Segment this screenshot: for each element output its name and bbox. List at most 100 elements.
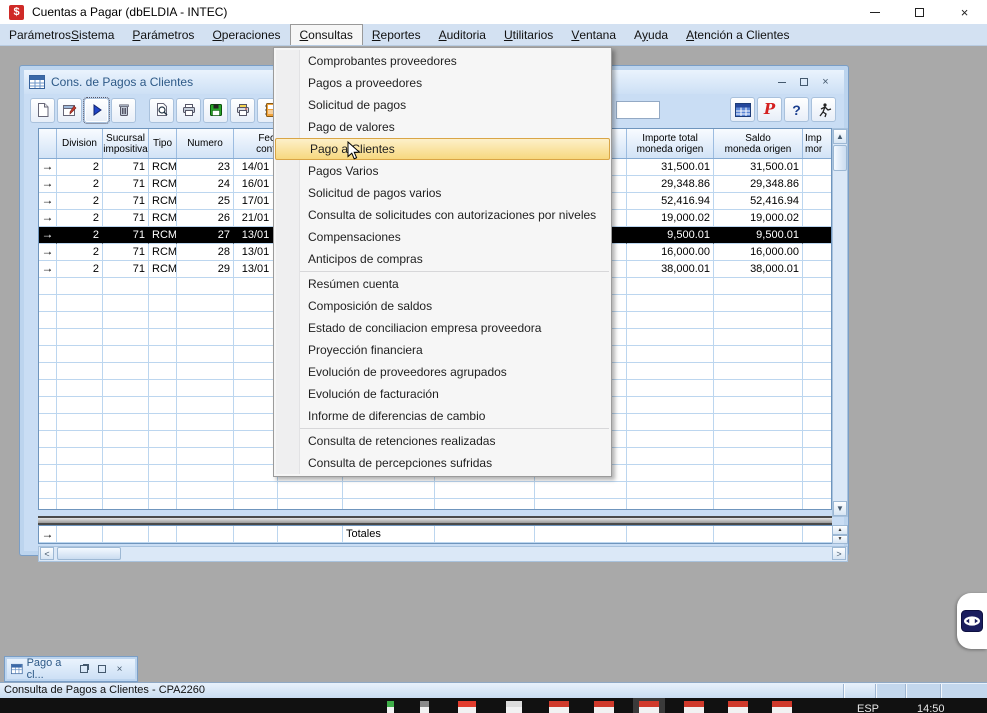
menu-item-consulta-de-percepciones-sufridas[interactable]: Consulta de percepciones sufridas [274, 452, 611, 474]
menu-item-consulta-de-retenciones-realizadas[interactable]: Consulta de retenciones realizadas [274, 430, 611, 452]
taskbar-app-icon[interactable] [549, 701, 569, 713]
taskbar-app-icon[interactable] [639, 701, 659, 713]
cell-importe [627, 278, 714, 295]
menu-parametros-sistema[interactable]: Parámetros Sistema [0, 24, 123, 45]
vertical-scrollbar[interactable]: ▲ ▼ [832, 128, 848, 517]
new-record-button[interactable] [30, 98, 55, 123]
menu-item-informe-de-diferencias-de-cambio[interactable]: Informe de diferencias de cambio [274, 405, 611, 427]
menu-consultas[interactable]: Consultas [290, 24, 363, 45]
menu-item-anticipos-de-compras[interactable]: Anticipos de compras [274, 248, 611, 270]
print-setup-button[interactable] [230, 98, 255, 123]
cell-sucursal [103, 380, 149, 397]
taskbar-clock[interactable]: 14:50 [917, 703, 945, 713]
grid-row-empty[interactable] [39, 499, 831, 509]
taskbar-app-icon[interactable] [594, 701, 614, 713]
menu-item-compensaciones[interactable]: Compensaciones [274, 226, 611, 248]
taskbar-app-icon[interactable] [458, 701, 476, 713]
windows-taskbar[interactable]: ESP 14:50 [0, 698, 987, 713]
column-header-sucursal[interactable]: Sucursal impositiva [103, 129, 149, 158]
menu-item-proyeccion-financiera[interactable]: Proyección financiera [274, 339, 611, 361]
scroll-left-button[interactable]: < [40, 547, 54, 560]
taskbar-app-icon[interactable] [728, 701, 748, 713]
taskbar-app-icon[interactable] [420, 701, 429, 713]
menu-item-evolucion-de-proveedores-agrupados[interactable]: Evolución de proveedores agrupados [274, 361, 611, 383]
edit-record-button[interactable] [57, 98, 82, 123]
save-button[interactable] [203, 98, 228, 123]
spinner-down-button[interactable]: ▼ [832, 535, 848, 545]
menu-operaciones[interactable]: Operaciones [203, 24, 289, 45]
taskbar-app-icon[interactable] [387, 701, 394, 713]
grid-row-empty[interactable] [39, 482, 831, 499]
cell-sucursal: 71 [103, 176, 149, 193]
child-close-button[interactable]: × [816, 75, 835, 90]
report-button[interactable]: P [757, 97, 782, 122]
grid-splitter[interactable] [38, 516, 832, 525]
cell-tipo [149, 465, 177, 482]
taskbar-app-icon[interactable] [684, 701, 704, 713]
row-marker: → [39, 193, 57, 210]
min-close-button[interactable]: × [112, 662, 127, 676]
menu-item-pagos-varios[interactable]: Pagos Varios [274, 160, 611, 182]
menu-item-consulta-de-solicitudes-con-autorizaciones-por-niveles[interactable]: Consulta de solicitudes con autorizacion… [274, 204, 611, 226]
menu-item-estado-de-conciliacion-empresa-proveedora[interactable]: Estado de conciliacion empresa proveedor… [274, 317, 611, 339]
menu-atencion-a-clientes[interactable]: Atención a Clientes [677, 24, 798, 45]
menu-item-solicitud-de-pagos[interactable]: Solicitud de pagos [274, 94, 611, 116]
menu-auditoria[interactable]: Auditoria [430, 24, 495, 45]
preview-button[interactable] [149, 98, 174, 123]
menu-reportes[interactable]: Reportes [363, 24, 430, 45]
cell-saldo [714, 397, 803, 414]
minimize-button[interactable] [852, 0, 897, 24]
column-header-fecha[interactable]: Fec cont [234, 129, 278, 158]
toolbar-filter-input[interactable] [616, 101, 660, 119]
grid-view-button[interactable] [730, 97, 755, 122]
horizontal-scrollbar[interactable]: < > [38, 546, 848, 562]
exit-button[interactable] [811, 97, 836, 122]
taskbar-app-icon[interactable] [506, 701, 522, 713]
run-query-button[interactable] [84, 98, 109, 123]
vertical-scroll-thumb[interactable] [833, 145, 847, 171]
menu-item-resumen-cuenta[interactable]: Resúmen cuenta [274, 273, 611, 295]
cell-sucursal [103, 363, 149, 380]
report-p-icon: P [764, 102, 775, 117]
column-header-division[interactable]: Division [57, 129, 103, 158]
column-header-numero[interactable]: Numero [177, 129, 234, 158]
cell-tipo [149, 499, 177, 509]
menu-item-pagos-a-proveedores[interactable]: Pagos a proveedores [274, 72, 611, 94]
spinner-up-button[interactable]: ▲ [832, 525, 848, 535]
cell-division [57, 499, 103, 509]
scroll-right-button[interactable]: > [832, 547, 846, 560]
child-minimize-button[interactable] [772, 75, 791, 90]
teamviewer-panel-tab[interactable] [957, 593, 987, 649]
column-header-marker[interactable] [39, 129, 57, 158]
scroll-up-button[interactable]: ▲ [833, 129, 847, 144]
maximize-button[interactable] [897, 0, 942, 24]
scroll-down-button[interactable]: ▼ [833, 501, 847, 516]
horizontal-scroll-thumb[interactable] [57, 547, 121, 560]
menu-utilitarios[interactable]: Utilitarios [495, 24, 562, 45]
menu-item-comprobantes-proveedores[interactable]: Comprobantes proveedores [274, 50, 611, 72]
statusbar-segment [875, 684, 905, 698]
help-button[interactable]: ? [784, 97, 809, 122]
min-maximize-button[interactable] [94, 662, 109, 676]
menu-item-pago-de-valores[interactable]: Pago de valores [274, 116, 611, 138]
menu-item-evolucion-de-facturacion[interactable]: Evolución de facturación [274, 383, 611, 405]
taskbar-language[interactable]: ESP [857, 703, 879, 713]
cell-division [57, 329, 103, 346]
menu-parametros[interactable]: Parámetros [123, 24, 203, 45]
menu-item-composicion-de-saldos[interactable]: Composición de saldos [274, 295, 611, 317]
taskbar-app-icon[interactable] [772, 701, 792, 713]
print-button[interactable] [176, 98, 201, 123]
column-header-saldo[interactable]: Saldo moneda origen [714, 129, 803, 158]
menu-item-pago-a-clientes[interactable]: Pago a Clientes [275, 138, 610, 160]
delete-record-button[interactable] [111, 98, 136, 123]
close-button[interactable]: × [942, 0, 987, 24]
column-header-tipo[interactable]: Tipo [149, 129, 177, 158]
menu-item-solicitud-de-pagos-varios[interactable]: Solicitud de pagos varios [274, 182, 611, 204]
column-header-importe[interactable]: Importe total moneda origen [627, 129, 714, 158]
min-restore-button[interactable] [76, 662, 91, 676]
menu-ayuda[interactable]: Ayuda [625, 24, 677, 45]
minimized-window-pago-a-clientes[interactable]: Pago a cl... × [5, 657, 137, 681]
child-restore-button[interactable] [794, 75, 813, 90]
column-header-imp2[interactable]: Imp mor [803, 129, 833, 158]
menu-ventana[interactable]: Ventana [562, 24, 625, 45]
